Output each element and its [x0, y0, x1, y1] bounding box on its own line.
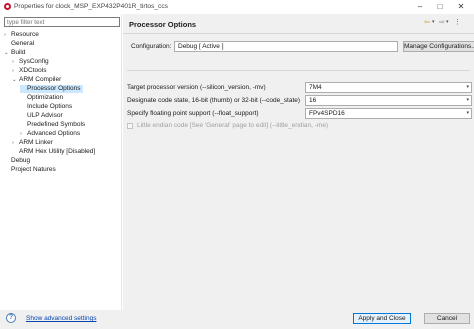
close-button[interactable]: ✕ [449, 0, 473, 13]
option-row-float-support: Specify floating point support (--float_… [127, 108, 472, 119]
tree-item-processor-options[interactable]: Processor Options [20, 85, 84, 93]
tree-item-label: Resource [11, 31, 39, 38]
manage-configurations-button[interactable]: Manage Configurations... [403, 41, 474, 52]
show-advanced-settings-link[interactable]: Show advanced settings [26, 315, 96, 322]
option-row-silicon-version: Target processor version (--silicon_vers… [127, 82, 472, 93]
option-row-code-state: Designate code state, 16-bit (thumb) or … [127, 95, 472, 106]
tree-item-label: Project Natures [11, 166, 56, 173]
chevron-down-icon: ▾ [466, 110, 469, 116]
section-divider [127, 70, 470, 71]
page-header: Processor Options ⇦ ▾ ⇨ ▾ ⋮ [123, 14, 474, 33]
view-menu-icon[interactable]: ⋮ [454, 18, 461, 27]
panel-divider[interactable] [121, 14, 122, 310]
forward-arrow-icon[interactable]: ⇨ [439, 18, 445, 27]
chevron-down-icon: ▾ [466, 97, 469, 103]
code-state-select[interactable]: 16 ▾ [305, 95, 472, 106]
tree-item-project-natures[interactable]: Project Natures [4, 166, 56, 174]
tree-item-label: Processor Options [27, 85, 81, 92]
configuration-label: Configuration: [131, 43, 172, 50]
page-content [123, 34, 474, 310]
tree-item-sysconfig[interactable]: › SysConfig [12, 58, 49, 66]
chevron-right-icon[interactable]: › [12, 67, 19, 75]
apply-and-close-button[interactable]: Apply and Close [353, 313, 411, 324]
configuration-value: Debug [ Active ] [178, 43, 224, 50]
window-title: Properties for clock_MSP_EXP432P401R_tir… [14, 3, 168, 10]
forward-history-dropdown-icon[interactable]: ▾ [446, 18, 449, 27]
tree-item-optimization[interactable]: Optimization [20, 94, 63, 102]
navigation-panel: ›Resource General ⌄Build ›SysConfig ›XDC… [4, 17, 120, 309]
title-bar: Properties for clock_MSP_EXP432P401R_tir… [0, 0, 474, 14]
help-icon[interactable]: ? [6, 313, 16, 323]
tree-item-xdctools[interactable]: › XDCtools [12, 67, 46, 75]
tree-item-label: Optimization [27, 94, 64, 101]
filter-input[interactable] [4, 17, 120, 27]
configuration-select[interactable]: Debug [ Active ] [174, 41, 398, 52]
page-title: Processor Options [129, 20, 197, 29]
tree-item-advanced-options[interactable]: › Advanced Options [20, 130, 80, 138]
tree-item-debug[interactable]: Debug [4, 157, 30, 165]
tree-item-include-options[interactable]: Include Options [20, 103, 72, 111]
little-endian-checkbox[interactable] [127, 123, 133, 129]
cancel-button[interactable]: Cancel [424, 313, 470, 324]
properties-page: Processor Options ⇦ ▾ ⇨ ▾ ⋮ Configuratio… [123, 14, 474, 310]
back-history-dropdown-icon[interactable]: ▾ [432, 18, 435, 27]
chevron-down-icon[interactable]: ⌄ [12, 76, 19, 84]
tree-item-predefined-symbols[interactable]: Predefined Symbols [20, 121, 85, 129]
option-value: 16 [309, 97, 317, 104]
option-label: Specify floating point support (--float_… [127, 110, 259, 117]
option-value: FPv4SPD16 [309, 110, 345, 117]
tree-item-ulp-advisor[interactable]: ULP Advisor [20, 112, 63, 120]
tree-item-label: ARM Hex Utility [Disabled] [19, 148, 96, 155]
tree-item-arm-linker[interactable]: › ARM Linker [12, 139, 53, 147]
tree-item-label: ARM Linker [19, 139, 53, 146]
silicon-version-select[interactable]: 7M4 ▾ [305, 82, 472, 93]
option-label: Designate code state, 16-bit (thumb) or … [127, 97, 301, 104]
tree-item-general[interactable]: General [4, 40, 34, 48]
tree-item-resource[interactable]: › Resource [4, 31, 39, 39]
app-logo-icon [4, 3, 11, 10]
tree-item-label: Predefined Symbols [27, 121, 86, 128]
tree-item-arm-compiler[interactable]: ⌄ ARM Compiler [12, 76, 61, 84]
option-value: 7M4 [309, 84, 322, 91]
chevron-right-icon[interactable]: › [4, 31, 11, 39]
tree-item-label: SysConfig [19, 58, 49, 65]
tree-item-label: ARM Compiler [19, 76, 62, 83]
tree-item-label: Advanced Options [27, 130, 81, 137]
back-arrow-icon[interactable]: ⇦ [424, 18, 430, 27]
tree-item-label: XDCtools [19, 67, 47, 74]
option-label: Target processor version (--silicon_vers… [127, 84, 266, 91]
tree-item-build[interactable]: ⌄ Build [4, 49, 25, 57]
tree-item-label: Include Options [27, 103, 73, 110]
little-endian-label: Little endian code [See 'General' page t… [137, 122, 329, 129]
chevron-right-icon[interactable]: › [20, 130, 27, 138]
chevron-down-icon: ▾ [466, 84, 469, 90]
tree-item-label: General [11, 40, 35, 47]
tree-item-label: Build [11, 49, 26, 56]
dialog-footer: ? Show advanced settings Apply and Close… [0, 310, 474, 329]
little-endian-option: Little endian code [See 'General' page t… [127, 122, 427, 131]
tree-item-label: Debug [11, 157, 31, 164]
tree-item-arm-hex-utility[interactable]: ARM Hex Utility [Disabled] [12, 148, 95, 156]
chevron-right-icon[interactable]: › [12, 139, 19, 147]
float-support-select[interactable]: FPv4SPD16 ▾ [305, 108, 472, 119]
chevron-right-icon[interactable]: › [12, 58, 19, 66]
tree-item-label: ULP Advisor [27, 112, 63, 119]
chevron-down-icon[interactable]: ⌄ [4, 49, 11, 57]
